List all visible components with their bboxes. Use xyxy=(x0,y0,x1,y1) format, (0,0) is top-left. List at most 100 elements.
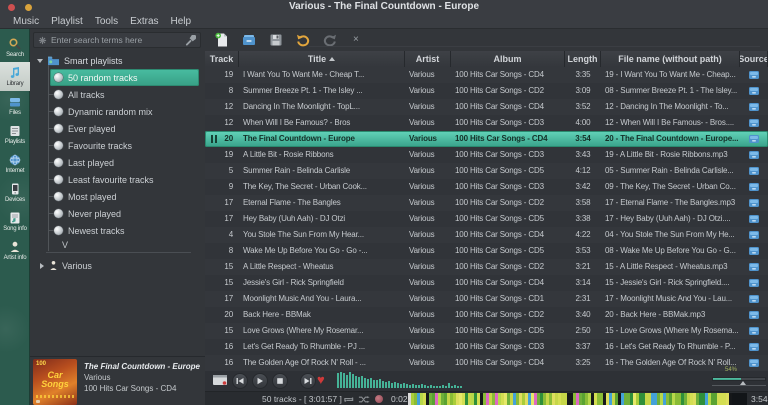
stop-button[interactable] xyxy=(272,373,288,389)
sidebar-item-devices[interactable]: Devices xyxy=(0,178,30,207)
play-button[interactable] xyxy=(252,373,268,389)
table-row[interactable]: 5Summer Rain - Belinda CarlisleVarious10… xyxy=(205,163,768,179)
table-row[interactable]: 17Hey Baby (Uuh Aah) - DJ OtziVarious100… xyxy=(205,211,768,227)
smart-playlists-root[interactable]: Smart playlists xyxy=(30,52,205,69)
seek-waveform-bar[interactable] xyxy=(408,393,747,405)
spectrum-bar xyxy=(337,373,339,388)
volume-slider[interactable] xyxy=(712,377,766,381)
sidebar-item-playlists[interactable]: Playlists xyxy=(0,120,30,149)
playlist-item-ever-played[interactable]: Ever played xyxy=(30,120,205,137)
cell-title: Summer Breeze Pt. 1 - The Isley ... xyxy=(239,83,405,99)
cell-track: 4 xyxy=(205,227,239,243)
playlist-item-all-tracks[interactable]: All tracks xyxy=(30,86,205,103)
open-playlist-icon[interactable] xyxy=(241,32,257,48)
table-row[interactable]: 9The Key, The Secret - Urban Cook...Vari… xyxy=(205,179,768,195)
playlist-item-newest-tracks[interactable]: Newest tracks xyxy=(30,222,205,239)
sidebar-item-label: Library xyxy=(7,81,24,87)
column-header-label: Length xyxy=(568,54,598,64)
next-button[interactable] xyxy=(300,373,316,389)
menu-help[interactable]: Help xyxy=(171,15,192,28)
cell-track: 20 xyxy=(205,131,239,147)
cell-file: 17 - Eternal Flame - The Bangles.mp3 xyxy=(601,195,740,211)
expand-arrow-icon[interactable] xyxy=(40,263,44,269)
sidebar-item-files[interactable]: Files xyxy=(0,91,30,120)
cell-title: Back Here - BBMak xyxy=(239,307,405,323)
table-row[interactable]: 16The Golden Age Of Rock N' Roll - ...Va… xyxy=(205,355,768,371)
cell-length: 2:50 xyxy=(565,323,601,339)
cell-length: 4:00 xyxy=(565,115,601,131)
library-artist-various[interactable]: Various xyxy=(30,257,205,274)
table-row[interactable]: 12When Will I Be Famous? - BrosVarious10… xyxy=(205,115,768,131)
record-indicator-icon[interactable] xyxy=(375,395,383,403)
playlist-item-50-random-tracks[interactable]: 50 random tracks xyxy=(50,69,199,86)
shuffle-icon[interactable] xyxy=(358,395,370,404)
save-playlist-icon[interactable] xyxy=(268,32,284,48)
menu-tools[interactable]: Tools xyxy=(95,15,118,28)
sidebar-item-song-info[interactable]: Song info xyxy=(0,207,30,236)
playlist-item-label: Last played xyxy=(68,158,114,168)
new-playlist-icon[interactable] xyxy=(214,32,230,48)
album-art[interactable]: 100 Car Songs xyxy=(33,359,77,405)
cell-length: 3:09 xyxy=(565,83,601,99)
smart-playlists-label: Smart playlists xyxy=(64,56,123,66)
collapse-arrow-icon[interactable] xyxy=(37,59,43,63)
clear-filter-icon[interactable]: × xyxy=(353,35,359,45)
column-header-length[interactable]: Length xyxy=(565,51,601,67)
menu-playlist[interactable]: Playlist xyxy=(51,15,83,28)
table-row[interactable]: 12Dancing In The Moonlight - TopL...Vari… xyxy=(205,99,768,115)
column-header-title[interactable]: Title xyxy=(239,51,405,67)
search-options-wrench-icon[interactable] xyxy=(185,35,196,46)
spectrum-bar xyxy=(460,386,462,388)
source-icon xyxy=(740,211,768,227)
cell-title: Summer Rain - Belinda Carlisle xyxy=(239,163,405,179)
table-row[interactable]: 16Let's Get Ready To Rhumble - PJ ...Var… xyxy=(205,339,768,355)
playlist-item-least-favourite-tracks[interactable]: Least favourite tracks xyxy=(30,171,205,188)
sidebar-item-internet[interactable]: Internet xyxy=(0,149,30,178)
table-row[interactable]: 19A Little Bit - Rosie RibbonsVarious100… xyxy=(205,147,768,163)
cell-length: 3:35 xyxy=(565,67,601,83)
sidebar-item-artist-info[interactable]: Artist info xyxy=(0,236,30,265)
kiosk-display-icon[interactable] xyxy=(212,374,228,387)
playlist-item-favourite-tracks[interactable]: Favourite tracks xyxy=(30,137,205,154)
cell-artist: Various xyxy=(405,211,451,227)
playlist-item-never-played[interactable]: Never played xyxy=(30,205,205,222)
table-row[interactable]: 8Wake Me Up Before You Go - Go -...Vario… xyxy=(205,243,768,259)
search-input[interactable]: Enter search terms here xyxy=(33,32,201,48)
table-row[interactable]: 15Love Grows (Where My Rosemar...Various… xyxy=(205,323,768,339)
column-header-artist[interactable]: Artist xyxy=(405,51,451,67)
menu-music[interactable]: Music xyxy=(13,15,39,28)
cell-file: 15 - A Little Respect - Wheatus.mp3 xyxy=(601,259,740,275)
table-row[interactable]: 19I Want You To Want Me - Cheap T...Vari… xyxy=(205,67,768,83)
table-row[interactable]: 20Back Here - BBMakVarious100 Hits Car S… xyxy=(205,307,768,323)
table-row[interactable]: 15A Little Respect - WheatusVarious100 H… xyxy=(205,259,768,275)
table-row[interactable]: 8Summer Breeze Pt. 1 - The Isley ...Vari… xyxy=(205,83,768,99)
sidebar-item-library[interactable]: Library xyxy=(0,62,30,91)
table-row[interactable]: 17Moonlight Music And You - Laura...Vari… xyxy=(205,291,768,307)
cell-artist: Various xyxy=(405,259,451,275)
cell-title: The Golden Age Of Rock N' Roll - ... xyxy=(239,355,405,371)
table-row[interactable]: 4You Stole The Sun From My Hear...Variou… xyxy=(205,227,768,243)
playlist-item-most-played[interactable]: Most played xyxy=(30,188,205,205)
column-header-track[interactable]: Track xyxy=(205,51,239,67)
table-row[interactable]: 20The Final Countdown - EuropeVarious100… xyxy=(205,131,768,147)
sidebar-item-search[interactable]: Search xyxy=(0,33,30,62)
playlist-item-dynamic-random-mix[interactable]: Dynamic random mix xyxy=(30,103,205,120)
love-heart-icon[interactable]: ♥ xyxy=(317,372,325,387)
balance-marker-icon[interactable] xyxy=(740,381,746,385)
column-header-file-name-without-path[interactable]: File name (without path) xyxy=(601,51,740,67)
spectrum-bar xyxy=(439,386,441,388)
repeat-icon[interactable] xyxy=(343,395,355,404)
table-row[interactable]: 15Jessie's Girl - Rick SpringfieldVariou… xyxy=(205,275,768,291)
playlist-item-last-played[interactable]: Last played xyxy=(30,154,205,171)
cell-artist: Various xyxy=(405,147,451,163)
table-row[interactable]: 17Eternal Flame - The BanglesVarious100 … xyxy=(205,195,768,211)
column-header-album[interactable]: Album xyxy=(451,51,565,67)
spectrum-bar xyxy=(370,378,372,388)
volume-fill xyxy=(713,378,741,380)
previous-button[interactable] xyxy=(232,373,248,389)
column-header-source[interactable]: Source xyxy=(740,51,768,67)
spectrum-bar xyxy=(433,386,435,388)
column-header-label: Title xyxy=(308,54,326,64)
source-icon xyxy=(740,99,768,115)
menu-extras[interactable]: Extras xyxy=(130,15,158,28)
